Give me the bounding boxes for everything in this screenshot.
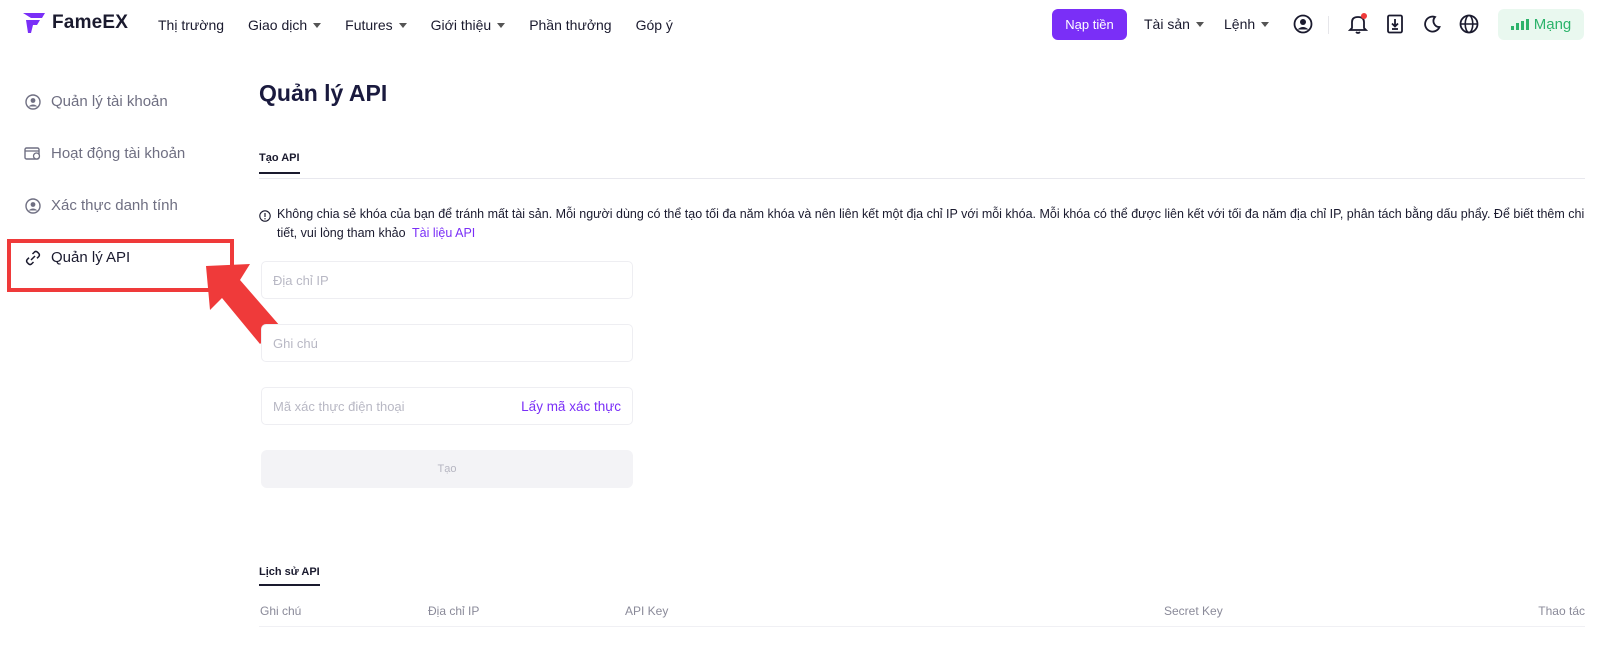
tab-bar: Tạo API — [259, 152, 1585, 179]
wallet-icon — [24, 145, 41, 162]
user-circle-icon — [24, 93, 41, 110]
sidebar-item-label: Quản lý tài khoản — [51, 93, 168, 110]
header-divider — [1328, 16, 1329, 34]
caret-down-icon — [1261, 21, 1270, 27]
logo-mark-icon — [23, 13, 45, 33]
sidebar-item-identity[interactable]: Xác thực danh tính — [24, 197, 178, 214]
globe-icon[interactable] — [1458, 13, 1480, 35]
nav-trade-label: Giao dịch — [248, 17, 308, 33]
logo[interactable]: FameEX — [22, 12, 128, 34]
tab-api-history[interactable]: Lịch sử API — [259, 566, 320, 586]
caret-down-icon — [497, 22, 506, 28]
notice: Không chia sẻ khóa của bạn để tránh mất … — [259, 205, 1585, 243]
ip-address-field[interactable] — [261, 261, 633, 299]
ip-address-input[interactable] — [273, 272, 621, 288]
id-icon — [24, 197, 41, 214]
assets-label: Tài sản — [1144, 16, 1190, 32]
orders-label: Lệnh — [1224, 16, 1256, 32]
column-header-secret-key: Secret Key — [1164, 604, 1223, 618]
column-header-action: Thao tác — [1538, 604, 1585, 618]
download-icon[interactable] — [1384, 13, 1406, 35]
phone-code-input[interactable] — [273, 398, 522, 414]
nav-feedback[interactable]: Góp ý — [636, 17, 673, 33]
column-header-note: Ghi chú — [260, 604, 302, 618]
sidebar-item-account[interactable]: Quản lý tài khoản — [24, 93, 168, 110]
column-header-ip: Địa chỉ IP — [428, 604, 480, 618]
nav-rewards[interactable]: Phần thưởng — [529, 17, 611, 33]
table-header-divider — [259, 626, 1585, 627]
deposit-button[interactable]: Nạp tiền — [1052, 9, 1127, 40]
api-docs-link[interactable]: Tài liệu API — [412, 226, 475, 240]
column-header-api-key: API Key — [625, 604, 669, 618]
tab-create-api[interactable]: Tạo API — [259, 152, 300, 174]
sidebar-item-label: Xác thực danh tính — [51, 197, 178, 214]
caret-down-icon — [398, 22, 407, 28]
orders-menu[interactable]: Lệnh — [1224, 16, 1270, 32]
create-button[interactable]: Tạo — [261, 450, 633, 488]
network-label: Mạng — [1533, 16, 1572, 33]
phone-code-field[interactable]: Lấy mã xác thực — [261, 387, 633, 425]
nav-rewards-label: Phần thưởng — [529, 17, 612, 33]
nav-trade[interactable]: Giao dịch — [248, 17, 322, 33]
nav-intro[interactable]: Giới thiệu — [431, 17, 506, 33]
nav-intro-label: Giới thiệu — [430, 17, 492, 33]
nav-market-label: Thị trường — [158, 17, 225, 33]
get-code-button[interactable]: Lấy mã xác thực — [521, 399, 621, 414]
caret-down-icon — [313, 22, 322, 28]
nav-market[interactable]: Thị trường — [158, 17, 224, 33]
moon-icon[interactable] — [1421, 13, 1443, 35]
caret-down-icon — [1195, 21, 1204, 27]
top-header: FameEX Thị trường Giao dịch Futures Giới… — [0, 0, 1600, 50]
info-icon — [259, 210, 271, 222]
note-field[interactable] — [261, 324, 633, 362]
brand-name: FameEX — [52, 12, 129, 33]
nav-futures-label: Futures — [345, 17, 393, 33]
network-button[interactable]: Mạng — [1498, 9, 1584, 40]
bell-icon[interactable] — [1347, 13, 1369, 35]
page-title: Quản lý API — [259, 80, 388, 106]
main-nav: Thị trường Giao dịch Futures Giới thiệu … — [158, 0, 697, 50]
nav-futures[interactable]: Futures — [345, 17, 407, 33]
user-icon[interactable] — [1292, 13, 1314, 35]
note-input[interactable] — [273, 335, 621, 351]
sidebar-item-activity[interactable]: Hoạt động tài khoản — [24, 145, 185, 162]
notice-text-wrap: Không chia sẻ khóa của bạn để tránh mất … — [277, 205, 1585, 243]
signal-icon — [1510, 19, 1529, 30]
sidebar-item-label: Hoạt động tài khoản — [51, 145, 186, 162]
assets-menu[interactable]: Tài sản — [1144, 16, 1204, 32]
highlight-box — [7, 239, 234, 292]
nav-feedback-label: Góp ý — [635, 17, 673, 33]
